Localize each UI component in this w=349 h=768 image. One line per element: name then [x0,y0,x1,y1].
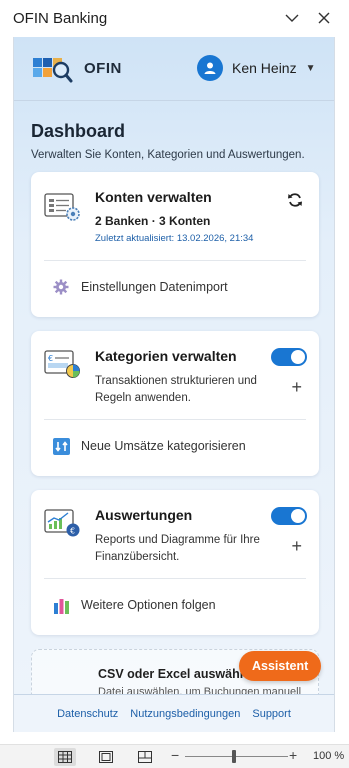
reports-title: Auswertungen [95,507,193,523]
accounts-icon [44,191,82,223]
divider [44,419,306,420]
assistant-button[interactable]: Assistent [239,651,322,681]
close-icon[interactable] [314,8,334,28]
accounts-summary: 2 Banken · 3 Konten [95,214,211,228]
app-header: OFIN Ken Heinz ▼ [14,37,334,101]
page-break-icon[interactable] [134,748,156,766]
categories-description: Transaktionen strukturieren und Regeln a… [95,375,257,404]
footer: Datenschutz Nutzungsbedingungen Support [14,694,334,732]
terms-link[interactable]: Nutzungsbedingungen [130,708,240,720]
window-titlebar: OFIN Banking [0,0,349,36]
categorize-transactions-link[interactable]: Neue Umsätze kategorisieren [44,426,306,466]
svg-text:€: € [48,354,53,363]
reports-description: Reports und Diagramme für Ihre Finanzübe… [95,534,260,563]
page-layout-icon[interactable] [95,748,117,766]
support-link[interactable]: Support [252,708,291,720]
categories-title: Kategorien verwalten [95,348,237,364]
user-icon [197,55,223,81]
page-subtitle: Verwalten Sie Konten, Kategorien und Aus… [31,149,305,161]
reports-toggle[interactable] [271,507,307,525]
task-pane: OFIN Ken Heinz ▼ Dashboard Verwalten Sie… [13,37,335,732]
user-menu[interactable]: Ken Heinz ▼ [197,55,316,81]
zoom-slider-track[interactable] [185,756,288,757]
gear-icon [52,278,70,296]
refresh-icon[interactable] [287,192,303,213]
zoom-out-button[interactable]: − [171,747,179,763]
zoom-level[interactable]: 100 % [313,750,344,762]
normal-view-icon[interactable] [54,748,76,766]
brand-name: OFIN [84,60,122,77]
reports-card: € Auswertungen Reports und Diagramme für… [31,490,319,635]
privacy-link[interactable]: Datenschutz [57,708,118,720]
toggle-knob [291,350,305,364]
ofin-logo [33,53,73,83]
accounts-updated: Zuletzt aktualisiert: 13.02.2026, 21:34 [95,233,254,244]
divider [44,260,306,261]
categorize-transactions-label: Neue Umsätze kategorisieren [81,439,246,453]
more-options-link[interactable]: Weitere Optionen folgen [44,585,306,625]
user-name: Ken Heinz [232,60,297,76]
zoom-in-button[interactable]: + [289,747,297,763]
divider [44,578,306,579]
window-title: OFIN Banking [13,9,108,27]
chevron-down-icon[interactable] [282,8,302,28]
reports-icon: € [44,507,82,539]
categories-icon: € [44,348,82,380]
chart-icon [52,596,70,614]
status-bar: − + 100 % [0,744,349,768]
add-report-icon[interactable]: + [291,537,302,555]
dropzone-title: CSV oder Excel auswählen [98,667,258,681]
categories-card: € Kategorien verwalten Transaktionen str… [31,331,319,476]
accounts-title: Konten verwalten [95,189,212,205]
page-title: Dashboard [31,121,126,141]
import-settings-link[interactable]: Einstellungen Datenimport [44,267,306,307]
accounts-card: Konten verwalten 2 Banken · 3 Konten Zul… [31,172,319,317]
svg-text:€: € [70,527,75,536]
categorize-icon [52,437,70,455]
add-category-icon[interactable]: + [291,378,302,396]
zoom-slider-thumb[interactable] [232,750,236,763]
caret-down-icon: ▼ [305,62,316,74]
categories-toggle[interactable] [271,348,307,366]
import-settings-label: Einstellungen Datenimport [81,280,228,294]
more-options-label: Weitere Optionen folgen [81,598,216,612]
toggle-knob [291,509,305,523]
